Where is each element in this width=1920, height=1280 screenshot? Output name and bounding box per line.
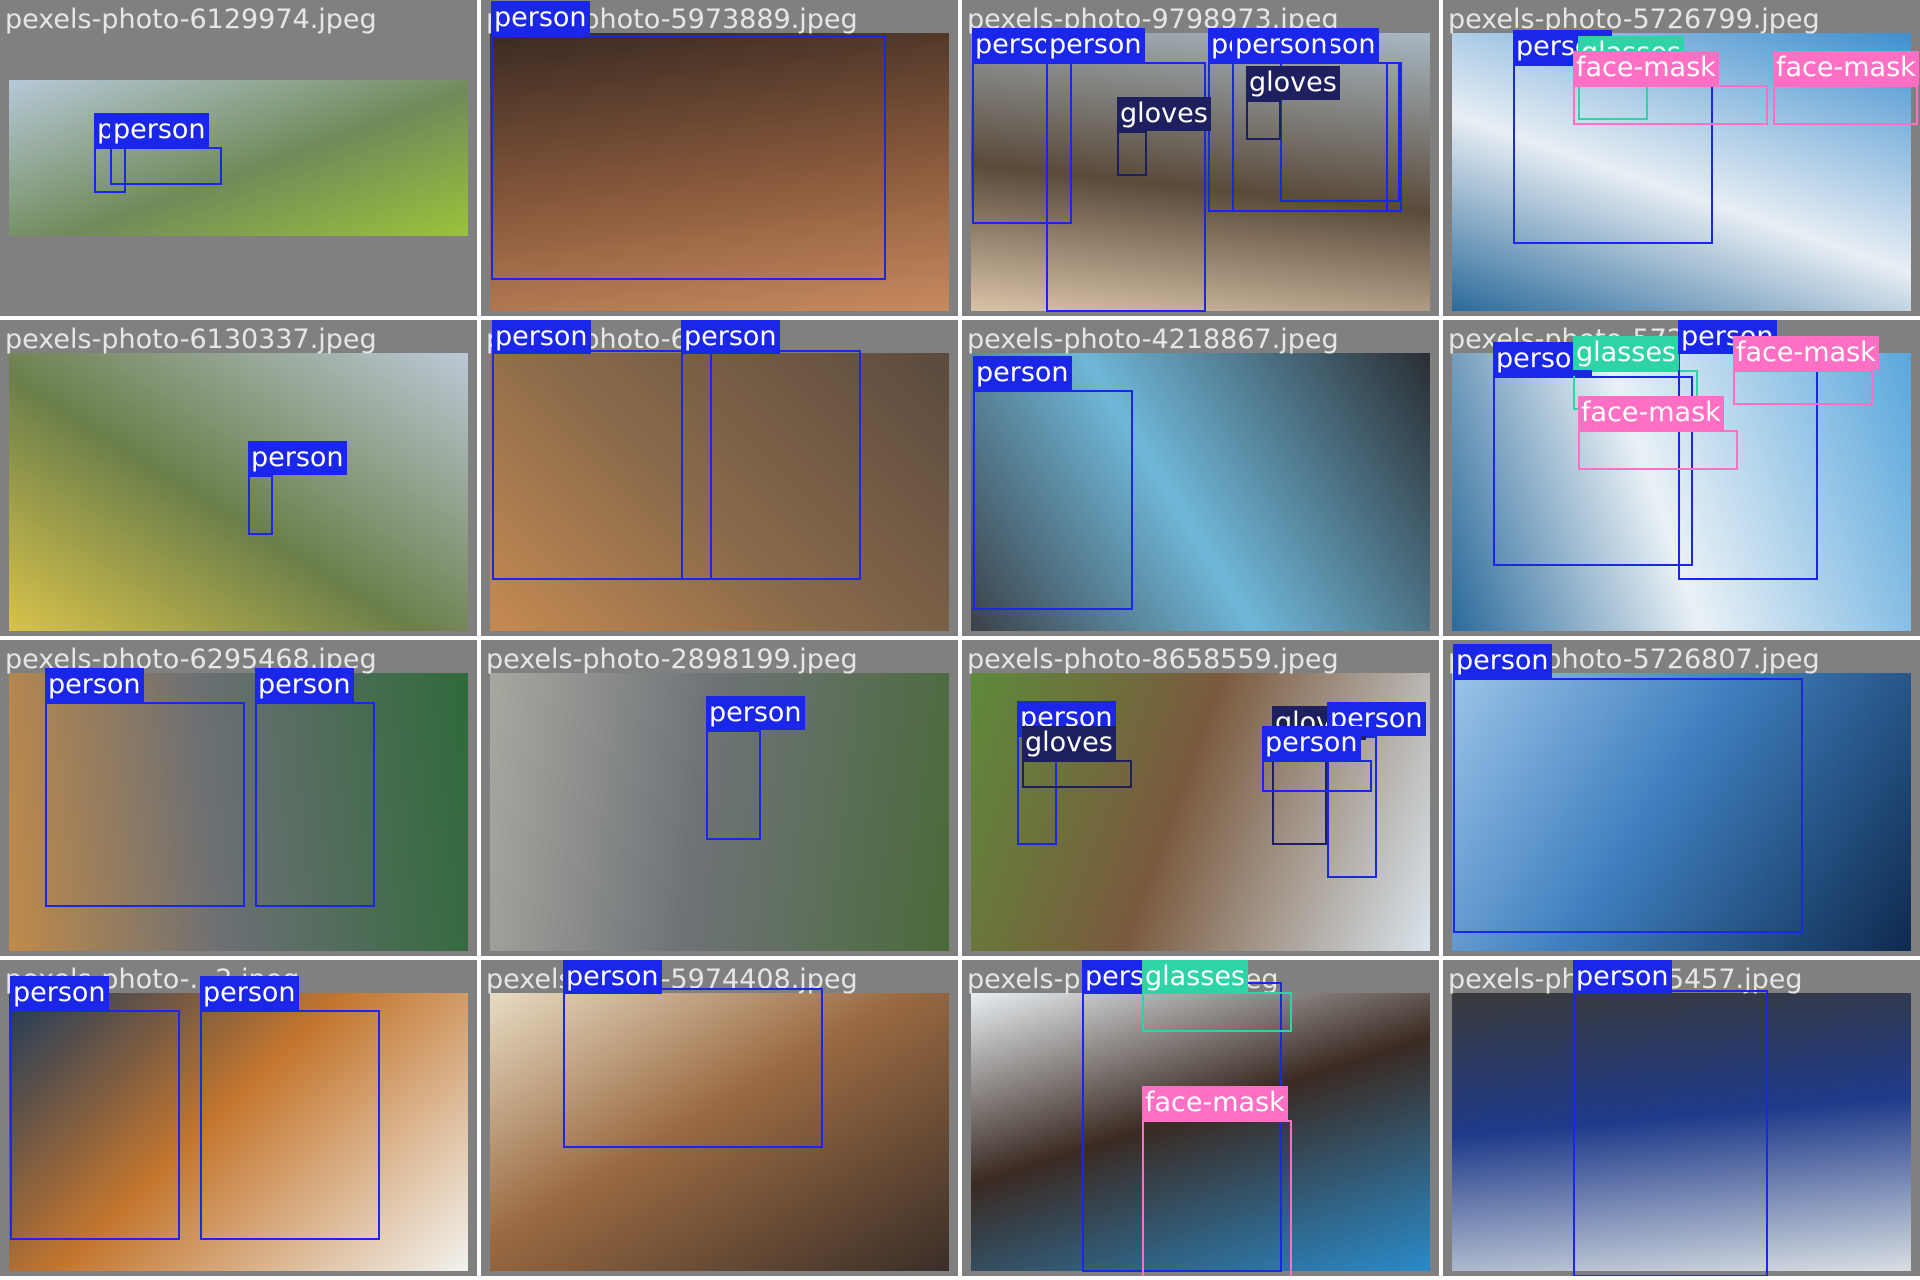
image-filename: pexels-photo-5726799.jpeg <box>1448 4 1820 35</box>
person-bounding-box <box>10 1010 180 1240</box>
person-label: person <box>491 1 590 35</box>
image-filename: pexels-photo-6129974.jpeg <box>5 4 377 35</box>
person-bounding-box <box>45 702 245 907</box>
person-label: person <box>1232 28 1331 62</box>
photo-terraced-hills <box>9 353 468 631</box>
glasses-label: glasses <box>1573 336 1679 370</box>
image-filename: pexels-photo-2898199.jpeg <box>486 644 858 675</box>
grid-cell: pexels-photo-985457.jpegperson <box>1443 960 1920 1276</box>
grid-cell: pexels-photo-...2.jpeg person person <box>0 960 477 1276</box>
person-bounding-box <box>255 702 375 907</box>
person-label: person <box>1046 28 1145 62</box>
grid-cell: pexels-photo-6130337.jpeg person <box>0 320 477 636</box>
grid-cell: pexels-photo-8658559.jpeg person gloves per… <box>962 640 1439 956</box>
grid-cell: pexels-photo-5973889.jpeg person <box>481 0 958 316</box>
gloves-label: gloves <box>1022 726 1116 760</box>
grid-cell: pexels-photo-5726799.jpegpersonglassesfa… <box>1443 0 1920 316</box>
grid-cell: pexels-photo-5726807.jpeg person <box>1443 640 1920 956</box>
grid-cell: pexels-photo-9798973.jpeg person person per… <box>962 0 1439 316</box>
image-filename: pexels-photo-8658559.jpeg <box>967 644 1339 675</box>
person-label: person <box>1453 644 1552 678</box>
person-bounding-box <box>1262 760 1372 792</box>
glasses-label: glasses <box>1142 960 1248 994</box>
person-label: person <box>1573 960 1672 994</box>
image-filename: pexels-photo-4218867.jpeg <box>967 324 1339 355</box>
face-mask-bounding-box <box>1578 430 1738 470</box>
grid-cell: pexels-photo-2898199.jpeg person <box>481 640 958 956</box>
person-label: person <box>706 696 805 730</box>
person-bounding-box <box>491 35 886 280</box>
person-label: person <box>110 113 209 147</box>
person-bounding-box <box>200 1010 380 1240</box>
grid-cell: pexels-photo-4218867.jpeg person <box>962 320 1439 636</box>
person-label: person <box>563 960 662 994</box>
person-bounding-box <box>1573 990 1768 1276</box>
face-mask-bounding-box <box>1773 85 1918 125</box>
face-mask-label: face-mask <box>1578 396 1724 430</box>
person-bounding-box <box>681 350 861 580</box>
person-bounding-box <box>973 390 1133 610</box>
person-bounding-box <box>248 475 273 535</box>
face-mask-bounding-box <box>1733 370 1873 405</box>
gloves-bounding-box <box>1246 100 1281 140</box>
glasses-bounding-box <box>1142 992 1292 1032</box>
grid-cell: pexels-photo-6129974.jpegpersonperson <box>0 0 477 316</box>
person-label: person <box>10 976 109 1010</box>
person-label: person <box>255 668 354 702</box>
grid-cell: pexels-photo-...83.jpegpersonglassesface… <box>962 960 1439 1276</box>
person-label: person <box>492 320 591 354</box>
person-label: person <box>681 320 780 354</box>
face-mask-bounding-box <box>1573 85 1768 125</box>
person-label: person <box>45 668 144 702</box>
gloves-bounding-box <box>1117 131 1147 176</box>
grid-cell: pexels-photo-5974408.jpeg person <box>481 960 958 1276</box>
detection-grid: pexels-photo-6129974.jpegpersonpersonpex… <box>0 0 1920 1280</box>
person-bounding-box <box>1453 678 1803 933</box>
grid-cell: pexels-photo-6295468.jpeg person person <box>0 640 477 956</box>
person-label: person <box>248 441 347 475</box>
person-bounding-box <box>492 350 712 580</box>
person-bounding-box <box>563 988 823 1148</box>
gloves-bounding-box <box>1022 760 1132 788</box>
face-mask-label: face-mask <box>1573 51 1719 85</box>
person-label: person <box>1262 726 1361 760</box>
gloves-label: gloves <box>1117 97 1211 131</box>
face-mask-label: face-mask <box>1142 1086 1288 1120</box>
grid-cell: pexels-photo-572...jpegpersonglassespers… <box>1443 320 1920 636</box>
person-bounding-box <box>706 730 761 840</box>
photo-rice-terrace-landscape <box>9 80 468 236</box>
gloves-label: gloves <box>1246 66 1340 100</box>
grid-cell: pexels-photo-6...jpeg person person <box>481 320 958 636</box>
face-mask-bounding-box <box>1142 1120 1292 1276</box>
person-label: person <box>973 356 1072 390</box>
face-mask-label: face-mask <box>1733 336 1879 370</box>
face-mask-label: face-mask <box>1773 51 1919 85</box>
image-filename: pexels-photo-6130337.jpeg <box>5 324 377 355</box>
person-label: person <box>200 976 299 1010</box>
person-bounding-box <box>110 147 222 185</box>
